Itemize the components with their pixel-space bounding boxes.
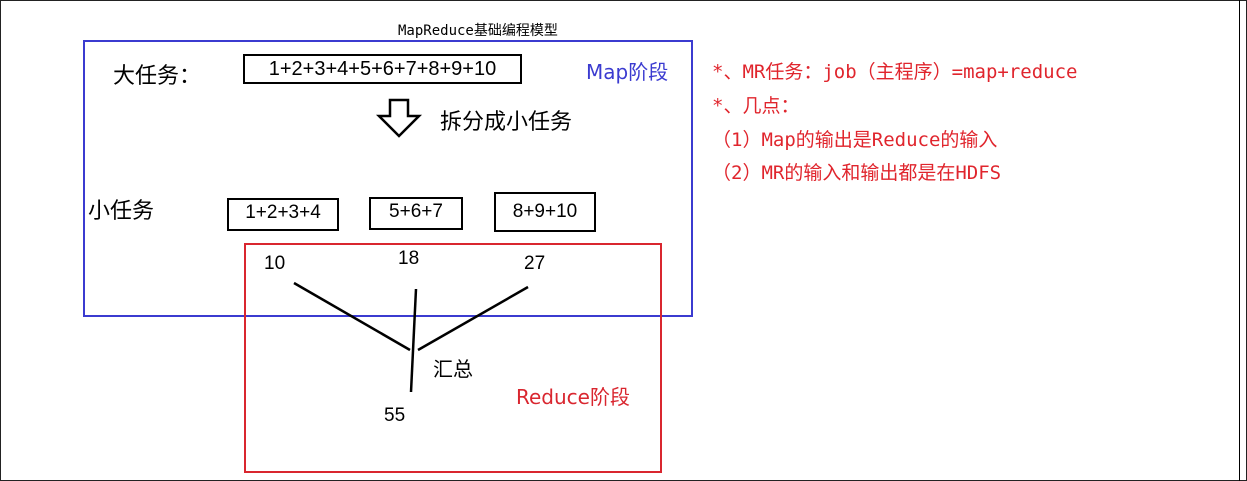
note-job: *、MR任务：job（主程序）=map+reduce xyxy=(712,61,1078,83)
reduce-stage-label: Reduce阶段 xyxy=(516,385,630,409)
final-result: 55 xyxy=(384,405,406,426)
note-points: *、几点： xyxy=(712,95,800,117)
subtask-box-3: 8+9+10 xyxy=(494,192,596,232)
partial-result-1: 10 xyxy=(264,253,286,274)
note-point-1: （1）Map的输出是Reduce的输入 xyxy=(712,129,998,151)
partial-result-2: 18 xyxy=(398,248,420,269)
sum-label: 汇总 xyxy=(433,357,473,381)
subtask-box-1: 1+2+3+4 xyxy=(227,198,339,231)
subtasks-label: 小任务 xyxy=(88,199,155,224)
split-label: 拆分成小任务 xyxy=(440,110,573,135)
subtask-box-2: 5+6+7 xyxy=(369,197,463,230)
note-point-2: （2）MR的输入和输出都是在HDFS xyxy=(712,162,1002,184)
partial-result-3: 27 xyxy=(524,253,546,274)
split-arrow-icon xyxy=(375,98,423,138)
